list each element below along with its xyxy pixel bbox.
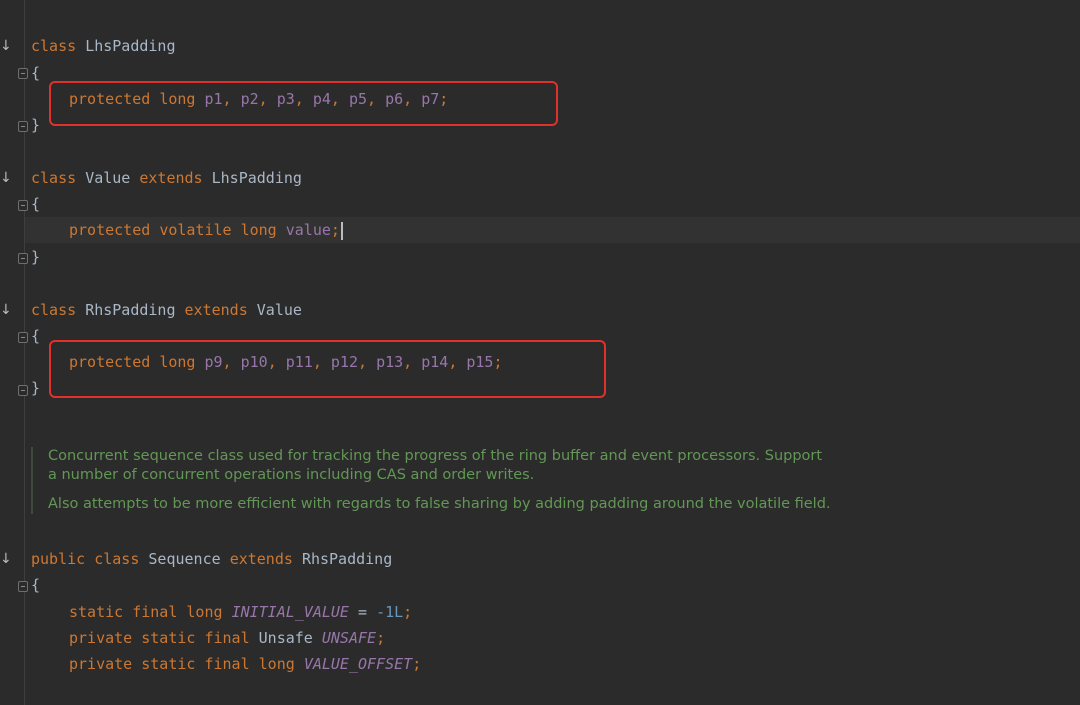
fold-collapse-icon[interactable]: [18, 121, 28, 132]
type-name: Unsafe: [258, 629, 313, 647]
keyword: static: [141, 629, 196, 647]
fold-collapse-icon[interactable]: [18, 385, 28, 396]
keyword: class: [94, 550, 140, 568]
implemented-arrow-icon[interactable]: ↓: [0, 546, 12, 572]
class-name: Sequence: [148, 550, 221, 568]
class-name: Value: [85, 169, 131, 187]
class-name: RhsPadding: [301, 550, 393, 568]
code-line-value-field[interactable]: protected volatile long value;: [31, 217, 343, 243]
keyword: class: [31, 301, 77, 319]
code-editor[interactable]: ↓ ↓ ↓ ↓ class LhsPadding { protected lon…: [0, 0, 1080, 705]
class-name: Value: [256, 301, 302, 319]
brace: {: [31, 327, 41, 345]
punctuation: ;: [412, 655, 422, 673]
constant: INITIAL_VALUE: [231, 603, 349, 621]
field: value: [285, 221, 331, 239]
punctuation: ;: [330, 221, 340, 239]
class-name: RhsPadding: [85, 301, 176, 319]
keyword: extends: [229, 550, 293, 568]
keyword: class: [31, 169, 77, 187]
keyword: extends: [139, 169, 203, 187]
keyword: volatile: [159, 221, 232, 239]
gutter-divider: [24, 0, 25, 705]
code-line-brace-open[interactable]: {: [31, 60, 40, 86]
code-line-unsafe[interactable]: private static final Unsafe UNSAFE;: [31, 625, 385, 651]
code-line-class-value[interactable]: class Value extends LhsPadding: [31, 165, 302, 191]
implemented-arrow-icon[interactable]: ↓: [0, 33, 12, 59]
keyword: long: [240, 221, 277, 239]
keyword: extends: [184, 301, 248, 319]
code-line-value-offset[interactable]: private static final long VALUE_OFFSET;: [31, 651, 421, 677]
class-name: LhsPadding: [211, 169, 302, 187]
fold-collapse-icon[interactable]: [18, 332, 28, 343]
fold-collapse-icon[interactable]: [18, 253, 28, 264]
fold-collapse-icon[interactable]: [18, 200, 28, 211]
number-literal: -1L: [376, 603, 404, 621]
operator: =: [348, 603, 377, 621]
brace: {: [31, 64, 41, 82]
code-line-brace-open[interactable]: {: [31, 191, 40, 217]
brace: {: [31, 576, 41, 594]
brace: }: [31, 379, 41, 397]
code-line-class-sequence[interactable]: public class Sequence extends RhsPadding: [31, 546, 392, 572]
code-line-brace-close[interactable]: }: [31, 112, 40, 138]
keyword: long: [186, 603, 223, 621]
keyword: static: [141, 655, 196, 673]
implemented-arrow-icon[interactable]: ↓: [0, 165, 12, 191]
code-line-class-lhs[interactable]: class LhsPadding: [31, 33, 176, 59]
highlight-box-lhs-padding: [49, 81, 558, 126]
brace: }: [31, 248, 41, 266]
keyword: protected: [69, 221, 151, 239]
code-line-initial-value[interactable]: static final long INITIAL_VALUE = -1L;: [31, 599, 412, 625]
code-line-brace-close[interactable]: }: [31, 375, 40, 401]
keyword: long: [258, 655, 295, 673]
keyword: public: [31, 550, 86, 568]
keyword: static: [69, 603, 124, 621]
keyword: class: [31, 37, 77, 55]
code-line-brace-close[interactable]: }: [31, 244, 40, 270]
code-line-class-rhs[interactable]: class RhsPadding extends Value: [31, 297, 302, 323]
rendered-javadoc[interactable]: Concurrent sequence class used for track…: [31, 447, 831, 514]
code-line-brace-open[interactable]: {: [31, 323, 40, 349]
highlight-box-rhs-padding: [49, 340, 606, 398]
keyword: final: [204, 655, 250, 673]
implemented-arrow-icon[interactable]: ↓: [0, 297, 12, 323]
keyword: private: [69, 629, 133, 647]
fold-collapse-icon[interactable]: [18, 581, 28, 592]
keyword: private: [69, 655, 133, 673]
brace: }: [31, 116, 41, 134]
constant: UNSAFE: [321, 629, 377, 647]
code-line-brace-open[interactable]: {: [31, 572, 40, 598]
punctuation: ;: [376, 629, 386, 647]
keyword: final: [204, 629, 250, 647]
keyword: final: [132, 603, 178, 621]
punctuation: ;: [403, 603, 413, 621]
fold-collapse-icon[interactable]: [18, 68, 28, 79]
constant: VALUE_OFFSET: [303, 655, 413, 673]
text-caret: [340, 221, 343, 240]
javadoc-paragraph: Also attempts to be more efficient with …: [48, 496, 831, 512]
brace: {: [31, 195, 41, 213]
class-name: LhsPadding: [85, 37, 176, 55]
javadoc-paragraph: Concurrent sequence class used for track…: [48, 448, 823, 483]
